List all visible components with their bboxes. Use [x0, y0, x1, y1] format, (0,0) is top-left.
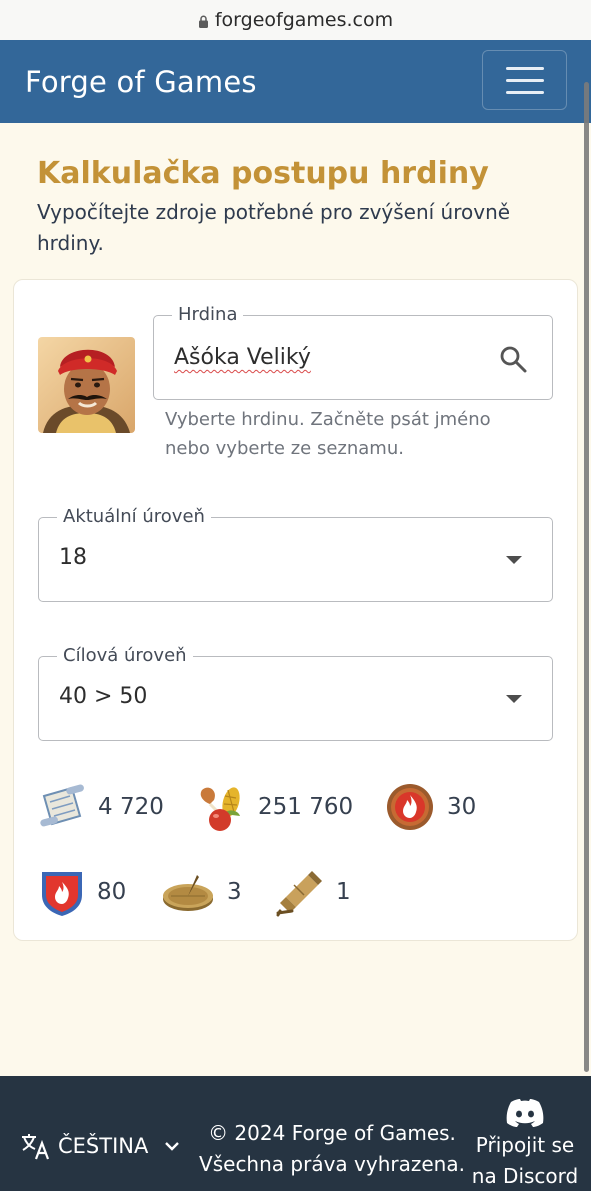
hero-search-input[interactable]: Ašóka Veliký: [174, 345, 311, 370]
lock-icon: [198, 15, 208, 28]
search-icon[interactable]: [498, 344, 528, 374]
target-level-label: Cílová úroveň: [57, 645, 193, 666]
hero-search-field[interactable]: Hrdina Ašóka Veliký: [153, 304, 553, 400]
copyright-text: © 2024 Forge of Games. Všechna práva vyh…: [199, 1121, 465, 1176]
chevron-down-icon: [506, 695, 522, 703]
browser-url-bar[interactable]: forgeofgames.com: [0, 0, 591, 40]
resource-value: 4 720: [98, 794, 164, 820]
current-level-value: 18: [59, 545, 87, 570]
resource-value: 251 760: [258, 794, 354, 820]
resource-item: 1: [274, 867, 351, 917]
sundial-icon: [163, 875, 213, 911]
brand-link[interactable]: Forge of Games: [25, 65, 257, 99]
food-icon: [200, 787, 240, 831]
page-title: Kalkulačka postupu hrdiny: [37, 156, 489, 191]
resource-value: 1: [336, 879, 351, 905]
translate-icon: [22, 1134, 50, 1160]
fire-shield-icon: [42, 872, 82, 916]
current-level-label: Aktuální úroveň: [57, 506, 211, 527]
page-footer: ČEŠTINA © 2024 Forge of Games. Všechna p…: [0, 1076, 591, 1191]
fire-medal-icon: [387, 784, 433, 830]
resource-item: 3: [161, 867, 242, 917]
scroll-map-icon: [40, 784, 84, 827]
discord-link[interactable]: Připojit se na Discord: [467, 1098, 583, 1191]
hero-field-hint: Vyberte hrdinu. Začněte psát jméno nebo …: [165, 409, 491, 459]
resource-item: 251 760: [198, 782, 353, 832]
top-navbar: Forge of Games: [0, 40, 591, 123]
language-label: ČEŠTINA: [58, 1134, 149, 1158]
page-subtitle: Vypočítejte zdroje potřebné pro zvýšení …: [37, 200, 511, 255]
language-selector[interactable]: ČEŠTINA: [20, 1132, 182, 1160]
current-level-select[interactable]: Aktuální úroveň 18: [38, 506, 553, 602]
target-level-select[interactable]: Cílová úroveň 40 > 50: [38, 645, 553, 741]
menu-toggle-button[interactable]: [482, 50, 567, 110]
hero-field-label: Hrdina: [172, 304, 244, 325]
url-text: forgeofgames.com: [214, 9, 394, 31]
resource-value: 30: [447, 794, 477, 820]
hamburger-icon: [505, 66, 544, 70]
resource-item: 80: [39, 867, 126, 917]
target-level-value: 40 > 50: [59, 684, 148, 709]
resource-item: 4 720: [36, 782, 164, 832]
chevron-down-icon: [506, 556, 522, 564]
discord-icon: [506, 1099, 544, 1127]
telescope-icon: [276, 871, 322, 917]
chevron-down-icon: [165, 1142, 180, 1151]
hero-portrait-avatar: [38, 337, 135, 433]
page-scrollbar[interactable]: [584, 82, 589, 1072]
resource-value: 80: [97, 879, 127, 905]
resource-value: 3: [227, 879, 242, 905]
resource-item: 30: [385, 782, 476, 832]
